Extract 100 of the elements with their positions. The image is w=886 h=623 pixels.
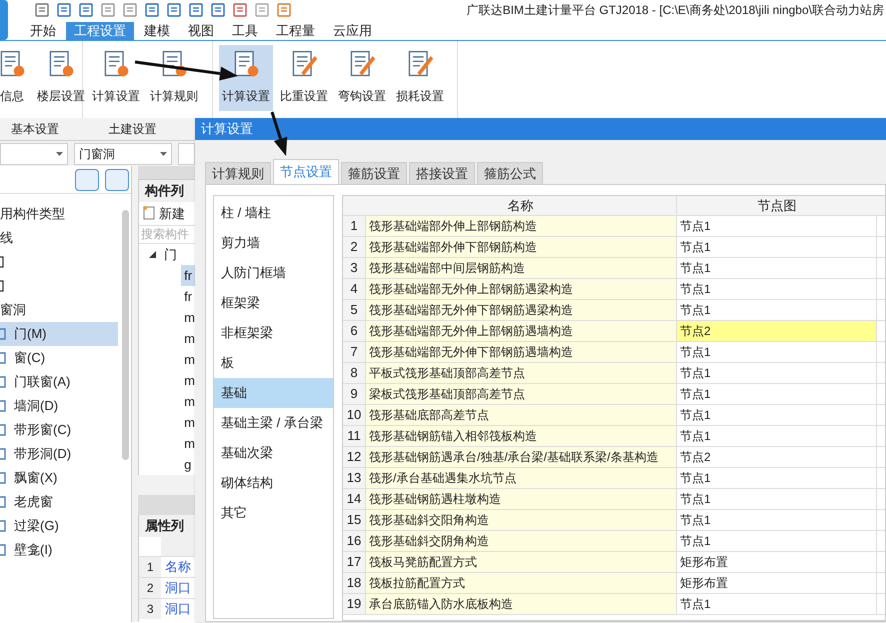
table-cell[interactable]: 节点1 bbox=[676, 531, 877, 551]
ribbon-button[interactable]: 损耗设置 bbox=[393, 45, 447, 111]
ribbon-button[interactable]: 楼层设置 bbox=[34, 45, 88, 111]
ribbon-button[interactable]: 计算规则 bbox=[147, 45, 201, 111]
tree-item[interactable]: 墙洞(D) bbox=[0, 394, 118, 418]
table-cell[interactable]: 节点1 bbox=[676, 342, 877, 362]
list-view-icon[interactable] bbox=[75, 169, 100, 191]
ribbon-button[interactable]: 计算设置 bbox=[219, 45, 273, 111]
table-cell[interactable]: 节点1 bbox=[676, 489, 877, 509]
new-button[interactable]: 新建 bbox=[139, 202, 195, 225]
tree-item[interactable]: 门 bbox=[164, 244, 178, 264]
tree-item[interactable]: 门联窗(A) bbox=[0, 370, 118, 394]
tree-item[interactable]: 用构件类型 bbox=[0, 202, 65, 226]
ribbon-tab[interactable]: 视图 bbox=[180, 22, 222, 40]
category-item[interactable]: 其它 bbox=[214, 498, 333, 528]
tab[interactable]: 搭接设置 bbox=[409, 162, 475, 184]
tab[interactable]: 节点设置 bbox=[273, 159, 339, 184]
tree-item[interactable]: m bbox=[181, 307, 195, 328]
ribbon-button[interactable]: 信息 bbox=[0, 45, 30, 111]
ribbon-button[interactable]: 计算设置 bbox=[89, 45, 143, 111]
category-item[interactable]: 基础 bbox=[214, 378, 333, 408]
table-cell[interactable]: 矩形布置 bbox=[676, 552, 877, 572]
table-cell[interactable]: 节点1 bbox=[676, 258, 877, 278]
ribbon-tab[interactable]: 工程量 bbox=[268, 22, 323, 40]
panel-view-icon[interactable] bbox=[105, 169, 130, 191]
category-item[interactable]: 非框架梁 bbox=[214, 318, 333, 348]
toolbar-icon[interactable] bbox=[34, 2, 50, 18]
table-cell[interactable]: 节点1 bbox=[676, 405, 877, 425]
tree-item[interactable]: 线 bbox=[0, 226, 13, 250]
category-item[interactable]: 基础次梁 bbox=[214, 438, 333, 468]
tab[interactable]: 箍筋公式 bbox=[477, 162, 543, 184]
tree-item[interactable]: m bbox=[181, 328, 195, 349]
toolbar-icon[interactable] bbox=[78, 2, 94, 18]
table-cell[interactable]: 节点1 bbox=[676, 237, 877, 257]
toolbar-icon[interactable] bbox=[188, 2, 204, 18]
table-cell[interactable]: 节点1 bbox=[676, 510, 877, 530]
table-cell[interactable]: 节点1 bbox=[676, 384, 877, 404]
table-cell[interactable]: 节点1 bbox=[676, 279, 877, 299]
category-item[interactable]: 板 bbox=[214, 348, 333, 378]
dropdown[interactable]: 门窗洞 bbox=[74, 142, 172, 164]
tree-item[interactable]: 带形洞(D) bbox=[0, 442, 118, 466]
tree-item[interactable]: m bbox=[181, 433, 195, 454]
row-number: 2 bbox=[139, 578, 162, 598]
ribbon-tab[interactable]: 建模 bbox=[136, 22, 178, 40]
toolbar-icon[interactable] bbox=[144, 2, 160, 18]
table-cell[interactable]: 节点1 bbox=[676, 426, 877, 446]
category-item[interactable]: 框架梁 bbox=[214, 288, 333, 318]
table-cell[interactable]: 节点1 bbox=[676, 468, 877, 488]
tree-item[interactable]: 飘窗(X) bbox=[0, 466, 118, 490]
expand-icon[interactable] bbox=[149, 251, 156, 258]
frame-icon bbox=[0, 520, 6, 532]
window-title: 广联达BIM土建计量平台 GTJ2018 - [C:\E\商务处\2018\jili ningbo\联合动力站房 bbox=[466, 2, 885, 19]
toolbar-icon[interactable] bbox=[210, 2, 226, 18]
ribbon-tab[interactable]: 工具 bbox=[224, 22, 266, 40]
table-cell[interactable]: 节点1 bbox=[676, 300, 877, 320]
toolbar-icon[interactable] bbox=[254, 2, 270, 18]
table-cell[interactable]: 节点1 bbox=[676, 594, 877, 614]
category-item[interactable]: 砌体结构 bbox=[214, 468, 333, 498]
toolbar-icon[interactable] bbox=[100, 2, 116, 18]
table-cell: 筏形基础斜交阴角构造 bbox=[365, 531, 676, 551]
category-item[interactable]: 基础主梁 / 承台梁 bbox=[214, 408, 333, 438]
search-field[interactable]: 搜索构件 bbox=[139, 224, 195, 244]
toolbar-icon[interactable] bbox=[56, 2, 72, 18]
table-cell: 筏形基础端部外伸下部钢筋构造 bbox=[365, 237, 676, 257]
tree-item[interactable]: m bbox=[181, 349, 195, 370]
ribbon-tab[interactable]: 云应用 bbox=[325, 22, 380, 40]
ribbon-tab[interactable]: 开始 bbox=[22, 22, 64, 40]
table-cell[interactable]: 节点2 bbox=[676, 447, 877, 467]
category-item[interactable]: 剪力墙 bbox=[214, 228, 333, 258]
tree-item[interactable]: m bbox=[181, 370, 195, 391]
table-cell[interactable]: 矩形布置 bbox=[676, 573, 877, 593]
table-cell: 筏形基础端部无外伸下部钢筋遇梁构造 bbox=[365, 300, 676, 320]
row-number: 16 bbox=[343, 531, 365, 551]
category-item[interactable]: 人防门框墙 bbox=[214, 258, 333, 288]
scrollbar[interactable] bbox=[122, 210, 129, 460]
toolbar-icon[interactable] bbox=[232, 2, 248, 18]
tree-item[interactable]: 带形窗(C) bbox=[0, 418, 118, 442]
category-item[interactable]: 柱 / 墙柱 bbox=[214, 198, 333, 228]
tree-item[interactable]: m bbox=[181, 391, 195, 412]
ribbon-button[interactable]: 弯钩设置 bbox=[335, 45, 389, 111]
table-cell[interactable]: 节点2 bbox=[676, 321, 877, 341]
tree-item[interactable]: 门(M) bbox=[0, 322, 118, 346]
tab[interactable]: 箍筋设置 bbox=[341, 162, 407, 184]
tree-item[interactable]: fr bbox=[181, 265, 195, 286]
tab[interactable]: 计算规则 bbox=[205, 162, 271, 184]
table-cell[interactable]: 节点1 bbox=[676, 363, 877, 383]
toolbar-icon[interactable] bbox=[166, 2, 182, 18]
table-cell[interactable]: 节点1 bbox=[676, 216, 877, 236]
tree-item[interactable]: fr bbox=[181, 286, 195, 307]
tree-item[interactable]: 老虎窗 bbox=[0, 490, 118, 514]
tree-item[interactable]: g bbox=[181, 454, 195, 475]
tree-item[interactable]: m bbox=[181, 412, 195, 433]
tree-item[interactable]: 壁龛(I) bbox=[0, 538, 118, 562]
toolbar-icon[interactable] bbox=[122, 2, 138, 18]
tree-item[interactable]: 窗洞 bbox=[0, 298, 26, 322]
tree-item[interactable]: 过梁(G) bbox=[0, 514, 118, 538]
toolbar-icon[interactable] bbox=[276, 2, 292, 18]
row-number: 2 bbox=[343, 237, 365, 257]
ribbon-button[interactable]: 比重设置 bbox=[277, 45, 331, 111]
tree-item[interactable]: 窗(C) bbox=[0, 346, 118, 370]
